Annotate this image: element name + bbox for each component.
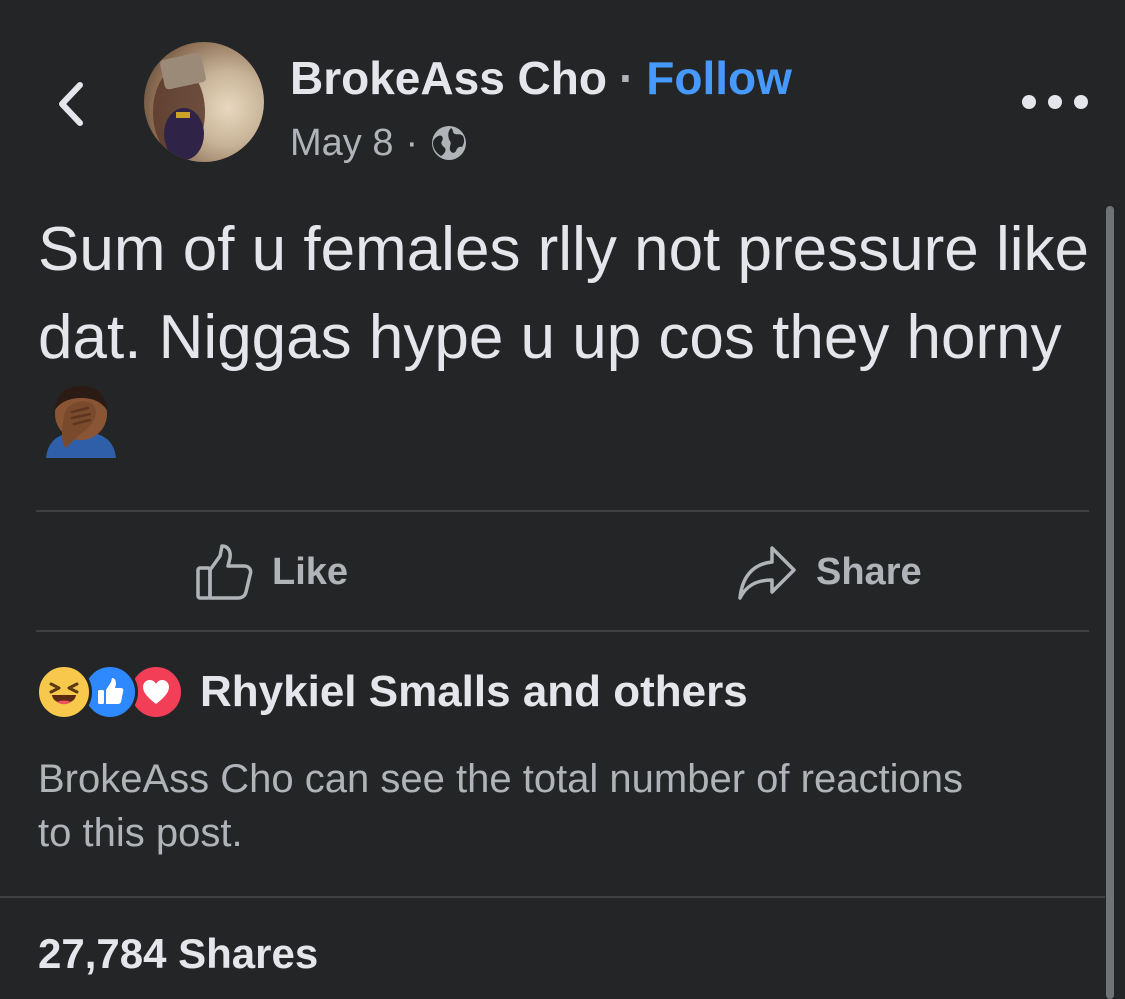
meta-separator-dot: · [405,121,419,164]
more-dot [1074,95,1088,109]
post-text: Sum of u females rlly not pressure like … [38,206,1108,474]
haha-reaction-icon [36,664,92,720]
shares-count[interactable]: 27,784 Shares [38,930,318,978]
avatar-photo [153,52,206,160]
like-label: Like [272,550,349,593]
chevron-left-icon [59,82,83,126]
share-label: Share [816,550,922,593]
avatar[interactable] [144,42,264,162]
separator-dot: · [618,52,635,104]
post-header-line: BrokeAss Cho · Follow [290,50,792,106]
reactions-summary-text: Rhykiel Smalls and others [200,667,748,716]
reactions-summary[interactable]: Rhykiel Smalls and others [36,662,748,722]
share-button[interactable]: Share [736,536,922,608]
post-date[interactable]: May 8 [290,122,393,165]
divider [0,896,1105,898]
more-dot [1048,95,1062,109]
follow-button[interactable]: Follow [646,51,792,105]
reactions-privacy-note: BrokeAss Cho can see the total number of… [38,757,963,855]
reaction-icons [36,664,184,720]
more-options-button[interactable] [1022,82,1088,122]
more-dot [1022,95,1036,109]
author-name[interactable]: BrokeAss Cho [290,51,607,105]
globe-icon [432,126,467,160]
share-arrow-icon [738,546,796,600]
thumbs-up-outline-icon [196,544,253,600]
like-button[interactable]: Like [194,536,348,608]
post-body: Sum of u females rlly not pressure like … [38,215,1089,372]
man-facepalming-icon [46,386,116,458]
divider [36,510,1089,512]
divider [36,630,1089,632]
back-button[interactable] [48,76,92,132]
post-meta: May 8 · [290,118,468,168]
scrollbar[interactable] [1106,206,1114,999]
